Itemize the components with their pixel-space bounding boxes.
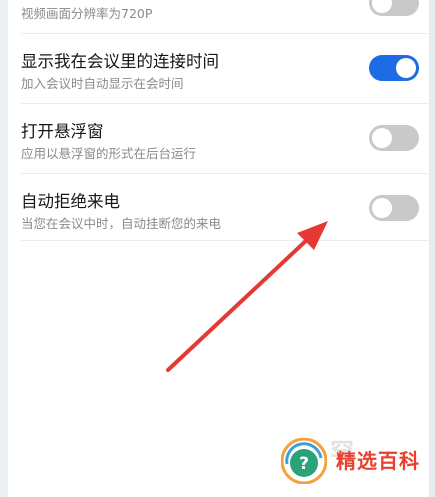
annotation-arrow-icon: [166, 221, 328, 372]
watermark-domain: booso.com: [339, 474, 412, 488]
question-mark-icon: ?: [281, 438, 327, 484]
watermark: 罕 ? 精选百科 booso.com: [275, 432, 425, 494]
svg-text:?: ?: [299, 454, 309, 474]
watermark-title: 精选百科: [336, 449, 420, 473]
